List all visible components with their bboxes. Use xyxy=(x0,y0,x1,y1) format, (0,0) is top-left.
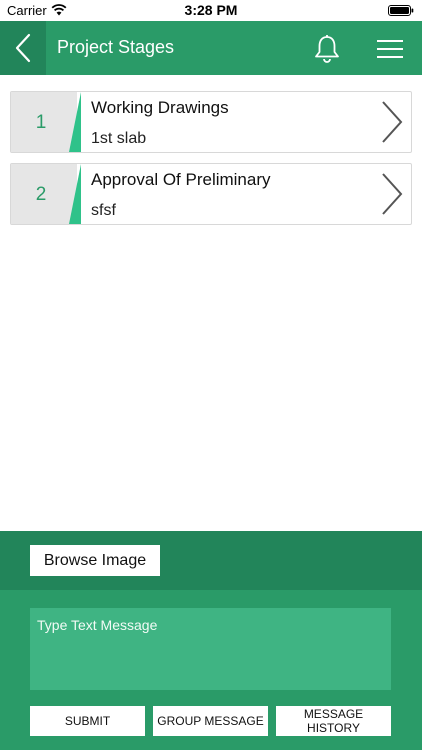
battery-icon xyxy=(388,5,414,16)
stage-title: Working Drawings xyxy=(91,98,229,117)
app-header: Project Stages xyxy=(0,21,422,75)
browse-bar: Browse Image xyxy=(0,531,422,590)
stage-subtitle: 1st slab xyxy=(91,130,147,147)
stage-number-box: 1 xyxy=(11,92,77,152)
stage-number: 2 xyxy=(35,184,47,205)
compose-area: SUBMIT GROUP MESSAGE MESSAGE HISTORY xyxy=(0,590,422,750)
status-time: 3:28 PM xyxy=(184,2,238,18)
message-input[interactable] xyxy=(30,608,391,690)
group-message-button[interactable]: GROUP MESSAGE xyxy=(153,706,268,736)
stage-title: Approval Of Preliminary xyxy=(91,170,271,189)
back-button[interactable] xyxy=(0,21,46,75)
stage-number: 1 xyxy=(35,112,47,133)
stage-number-box: 2 xyxy=(11,164,77,224)
stage-accent-stripe xyxy=(69,164,81,224)
menu-button[interactable] xyxy=(376,38,404,60)
browse-image-button[interactable]: Browse Image xyxy=(30,545,160,576)
page-title: Project Stages xyxy=(57,37,175,57)
stage-row[interactable]: 2 Approval Of Preliminary sfsf xyxy=(10,163,412,225)
notifications-button[interactable] xyxy=(313,34,341,64)
stage-row[interactable]: 1 Working Drawings 1st slab xyxy=(10,91,412,153)
status-bar: Carrier 3:28 PM xyxy=(0,0,422,21)
stage-subtitle: sfsf xyxy=(91,202,116,219)
chevron-right-icon xyxy=(382,173,403,215)
chevron-left-icon xyxy=(15,33,31,63)
stage-accent-stripe xyxy=(69,92,81,152)
bell-icon xyxy=(315,35,339,63)
message-history-button[interactable]: MESSAGE HISTORY xyxy=(276,706,391,736)
submit-button[interactable]: SUBMIT xyxy=(30,706,145,736)
hamburger-menu-icon xyxy=(377,40,403,58)
stage-list: 1 Working Drawings 1st slab 2 Approval O… xyxy=(10,91,412,235)
chevron-right-icon xyxy=(382,101,403,143)
